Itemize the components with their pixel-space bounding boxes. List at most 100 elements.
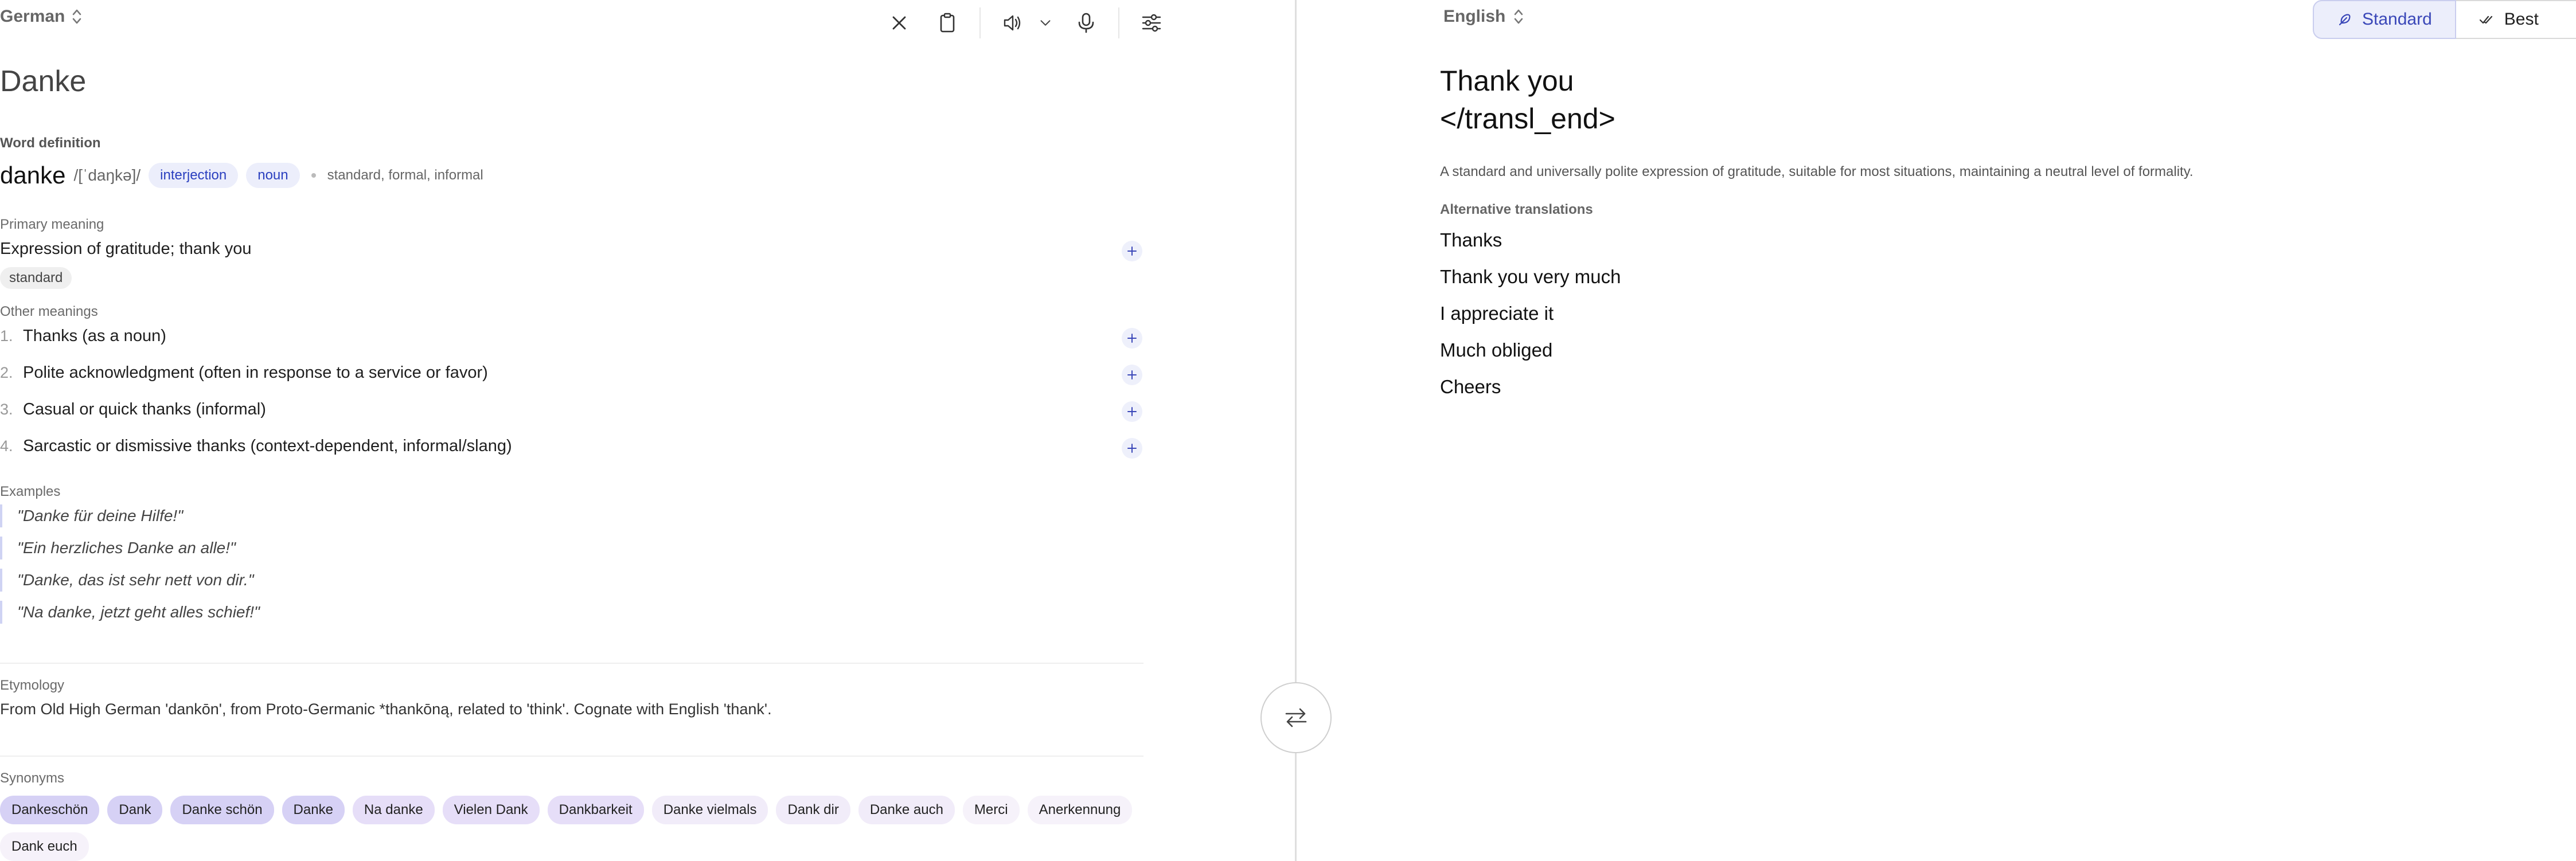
translation-description: A standard and universally polite expres… <box>1440 164 2193 179</box>
pronunciation: /[ˈdaŋkə]/ <box>73 166 141 184</box>
plus-icon <box>1127 334 1137 343</box>
meaning-text: Casual or quick thanks (informal) <box>23 400 266 418</box>
translation-line: Thank you <box>1440 65 1574 97</box>
plus-icon <box>1127 370 1137 379</box>
synonym-chip[interactable]: Vielen Dank <box>442 796 540 824</box>
source-text[interactable]: Danke <box>0 64 86 99</box>
speak-options-button[interactable] <box>1037 7 1054 39</box>
speak-button[interactable] <box>997 7 1029 39</box>
synonym-list: Dankeschön Dank Danke schön Danke Na dan… <box>0 796 1143 861</box>
register-tag: standard <box>0 267 72 289</box>
plus-icon <box>1127 246 1137 256</box>
synonym-chip[interactable]: Anerkennung <box>1027 796 1133 824</box>
meaning-item: 2. Polite acknowledgment (often in respo… <box>0 363 1147 382</box>
toolbar-divider <box>979 7 981 38</box>
pos-badge: interjection <box>149 163 239 188</box>
mode-best-button[interactable]: Best <box>2456 0 2576 39</box>
example-sentence: "Danke für deine Hilfe!" <box>0 504 183 527</box>
alternative-translation[interactable]: Thank you very much <box>1440 266 1621 288</box>
synonym-chip[interactable]: Dank <box>107 796 163 824</box>
updown-chevron-icon <box>72 7 82 26</box>
alternative-translation[interactable]: Thanks <box>1440 229 1502 251</box>
synonym-chip[interactable]: Dank euch <box>0 832 89 861</box>
synonym-chip[interactable]: Merci <box>962 796 1020 824</box>
synonym-chip[interactable]: Dankeschön <box>0 796 100 824</box>
examples-label: Examples <box>0 484 61 499</box>
meaning-number: 1. <box>0 327 13 345</box>
primary-meaning: Expression of gratitude; thank you <box>0 240 1147 259</box>
add-meaning-button[interactable] <box>1122 365 1142 385</box>
synonym-chip[interactable]: Danke schön <box>170 796 274 824</box>
alternatives-label: Alternative translations <box>1440 202 1593 217</box>
meaning-item: 4. Sarcastic or dismissive thanks (conte… <box>0 437 1147 456</box>
add-primary-meaning-button[interactable] <box>1122 241 1142 261</box>
clipboard-icon <box>940 13 955 33</box>
alternative-translation[interactable]: I appreciate it <box>1440 303 1554 324</box>
pos-badge: noun <box>246 163 300 188</box>
synonyms-label: Synonyms <box>0 770 65 786</box>
mode-standard-label: Standard <box>2362 10 2432 29</box>
dictate-button[interactable] <box>1070 7 1102 39</box>
synonym-chip[interactable]: Danke auch <box>858 796 955 824</box>
add-meaning-button[interactable] <box>1122 438 1142 459</box>
example-sentence: "Ein herzliches Danke an alle!" <box>0 537 236 559</box>
target-language-label: English <box>1443 7 1506 26</box>
feather-icon <box>2339 14 2351 26</box>
add-meaning-button[interactable] <box>1122 401 1142 422</box>
translation-mode-toggle: Standard Best <box>2313 0 2576 39</box>
primary-meaning-label: Primary meaning <box>0 217 104 232</box>
settings-button[interactable] <box>1135 7 1168 39</box>
source-language-selector[interactable]: German <box>0 7 82 26</box>
alternative-translation[interactable]: Cheers <box>1440 376 1501 398</box>
updown-chevron-icon <box>1513 7 1524 26</box>
meaning-number: 4. <box>0 437 13 455</box>
translation-output[interactable]: Thank you </transl_end> <box>1440 62 1615 138</box>
paste-button[interactable] <box>931 7 963 39</box>
source-panel: German Danke Word definition danke /[ˈda… <box>0 0 1295 861</box>
mode-standard-button[interactable]: Standard <box>2313 0 2456 39</box>
close-icon <box>892 16 906 30</box>
mode-best-label: Best <box>2504 10 2539 29</box>
word-definition-label: Word definition <box>0 135 101 151</box>
meaning-text: Polite acknowledgment (often in response… <box>23 363 488 382</box>
translation-line: </transl_end> <box>1440 103 1615 135</box>
sliders-icon <box>1142 14 1161 32</box>
add-meaning-button[interactable] <box>1122 328 1142 349</box>
meaning-number: 2. <box>0 364 13 381</box>
word-header: danke /[ˈdaŋkə]/ interjection noun stand… <box>0 162 483 189</box>
source-language-label: German <box>0 7 65 26</box>
meaning-text: Thanks (as a noun) <box>23 327 166 345</box>
meaning-number: 3. <box>0 401 13 418</box>
section-divider <box>0 756 1143 757</box>
synonym-chip[interactable]: Danke vielmals <box>651 796 768 824</box>
section-divider <box>0 663 1143 664</box>
register-list: standard, formal, informal <box>327 167 483 183</box>
chevron-down-icon <box>1040 20 1051 26</box>
target-panel: English Standard Best Thank you </transl… <box>1297 0 2576 861</box>
target-language-selector[interactable]: English <box>1443 7 1524 26</box>
synonym-chip[interactable]: Dankbarkeit <box>547 796 644 824</box>
other-meanings-label: Other meanings <box>0 304 98 319</box>
plus-icon <box>1127 444 1137 453</box>
meaning-text: Sarcastic or dismissive thanks (context-… <box>23 437 512 455</box>
synonym-chip[interactable]: Dank dir <box>776 796 850 824</box>
etymology-label: Etymology <box>0 678 65 693</box>
separator-dot <box>311 173 316 178</box>
etymology-text: From Old High German 'dankōn', from Prot… <box>0 700 772 718</box>
synonym-chip[interactable]: Na danke <box>352 796 435 824</box>
alternative-translation[interactable]: Much obliged <box>1440 339 1552 361</box>
headword: danke <box>0 162 66 189</box>
primary-meaning-text: Expression of gratitude; thank you <box>0 240 252 258</box>
source-toolbar <box>883 7 1184 39</box>
clear-button[interactable] <box>883 7 915 39</box>
meaning-item: 1. Thanks (as a noun) <box>0 327 1147 346</box>
double-check-icon <box>2479 15 2492 24</box>
microphone-icon <box>1078 13 1094 33</box>
synonym-chip[interactable]: Danke <box>282 796 345 824</box>
speaker-icon <box>1004 15 1021 31</box>
meaning-item: 3. Casual or quick thanks (informal) <box>0 400 1147 419</box>
plus-icon <box>1127 407 1137 416</box>
toolbar-divider <box>1118 7 1119 38</box>
example-sentence: "Danke, das ist sehr nett von dir." <box>0 569 254 592</box>
example-sentence: "Na danke, jetzt geht alles schief!" <box>0 601 260 624</box>
